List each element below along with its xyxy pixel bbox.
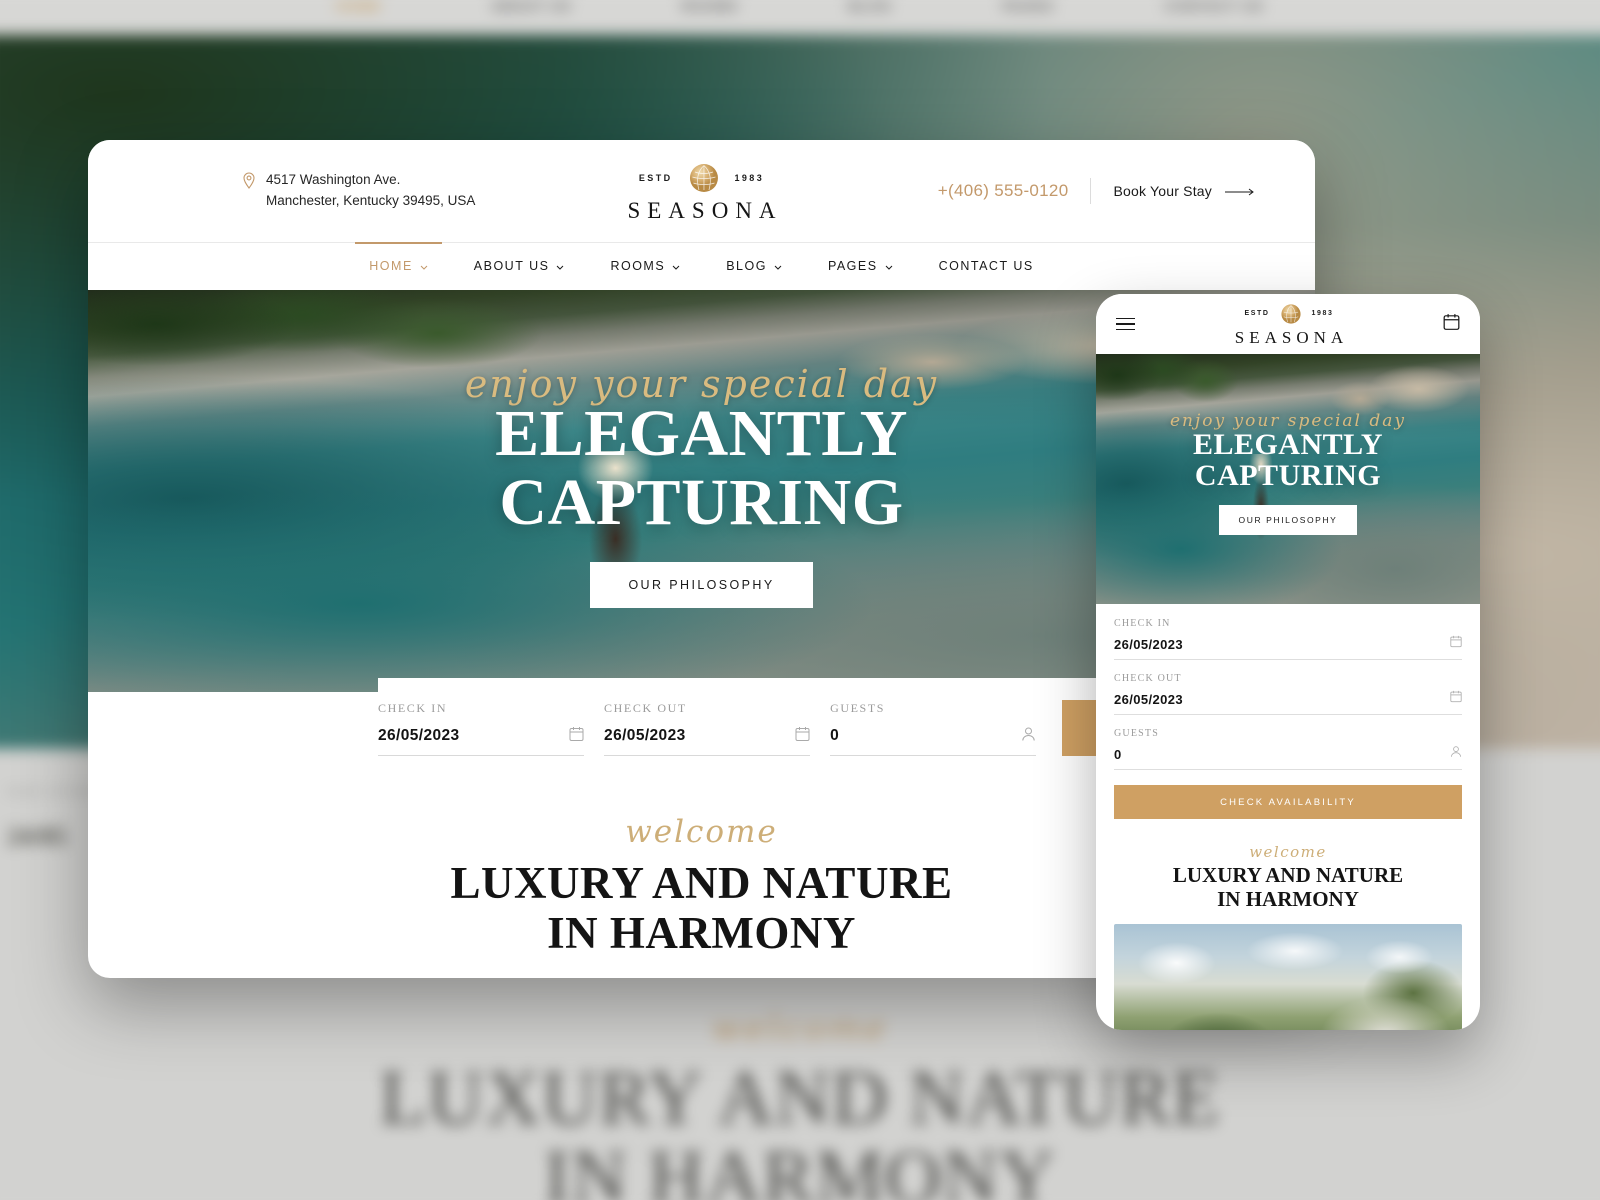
mobile-checkout-value: 26/05/2023 [1114,691,1184,707]
checkin-field[interactable]: CHECK IN 26/05/2023 [378,700,585,756]
chevron-down-icon [885,243,893,290]
book-your-stay-label: Book Your Stay [1113,183,1212,199]
mobile-check-availability-button[interactable]: CHECK AVAILABILITY [1114,785,1462,819]
hero-title-line-1: ELEGANTLY [495,397,908,471]
mobile-welcome-script-text: welcome [1249,843,1327,861]
nav-item-rooms[interactable]: ROOMS [610,243,680,290]
mobile-guests-field[interactable]: GUESTS 0 [1114,728,1462,770]
logo-estd-year: 1983 [734,172,765,183]
nav-item-contact-us-label: CONTACT US [938,259,1034,273]
checkout-value: 26/05/2023 [604,727,686,744]
calendar-icon[interactable] [1443,313,1460,336]
calendar-icon[interactable] [1450,690,1462,708]
checkin-value: 26/05/2023 [378,727,460,744]
chevron-down-icon [672,243,680,290]
calendar-icon[interactable] [1450,635,1462,653]
mobile-resort-photo [1114,923,1462,1030]
mobile-welcome-title-line-1: LUXURY AND NATURE [1172,863,1404,887]
address-line-1: 4517 Washington Ave. [266,172,401,188]
map-pin-icon [242,172,256,195]
site-header: 4517 Washington Ave. Manchester, Kentuck… [88,140,1315,242]
phone-link[interactable]: +(406) 555-0120 [938,181,1091,201]
background-nav-item-contact-us: CONTACT US [1164,0,1264,14]
checkin-label: CHECK IN [378,700,448,715]
hero-title-line-2: CAPTURING [499,466,904,539]
calendar-icon[interactable] [569,726,584,747]
person-icon[interactable] [1021,726,1036,747]
address-line-2: Manchester, Kentucky 39495, USA [266,193,476,208]
nav-item-pages-label: PAGES [827,259,878,273]
nav-item-home-label: HOME [369,259,413,273]
chevron-down-icon [556,243,564,290]
background-welcome-section: welcome LUXURY AND NATURE IN HARMONY [0,1008,1600,1200]
guests-label: GUESTS [830,700,886,715]
site-logo[interactable]: ESTD 1983 SEASONA [620,159,782,224]
nav-item-rooms-label: ROOMS [610,259,666,273]
background-nav-item-blog: BLOG [848,0,893,14]
checkout-field[interactable]: CHECK OUT 26/05/2023 [604,700,811,756]
leaf-circle-icon [684,159,722,197]
background-nav-item-home: HOME [336,0,382,14]
guests-value: 0 [830,727,840,744]
chevron-down-icon [774,243,782,290]
background-nav: HOME ABOUT US ROOMS BLOG PAGES CONTACT U… [0,0,1600,14]
nav-item-blog-label: BLOG [726,259,767,273]
guests-field[interactable]: GUESTS 0 [830,700,1037,756]
background-nav-item-about-us: ABOUT US [491,0,572,14]
header-actions: +(406) 555-0120 Book Your Stay [938,178,1255,204]
mobile-guests-label: GUESTS [1114,728,1159,739]
nav-item-contact-us[interactable]: CONTACT US [939,243,1034,290]
mobile-welcome-title-line-2: IN HARMONY [1217,886,1359,911]
nav-item-home[interactable]: HOME [355,242,442,290]
mobile-our-philosophy-button[interactable]: OUR PHILOSOPHY [1218,505,1358,536]
person-icon[interactable] [1450,745,1462,763]
background-nav-item-rooms: ROOMS [681,0,739,14]
arrow-right-icon [1225,183,1255,199]
logo-estd-label: ESTD [638,172,673,183]
mobile-hero-section: enjoy your special day ELEGANTLY CAPTURI… [1096,354,1480,604]
logo-wordmark: SEASONA [627,197,783,223]
mobile-hero-title-line-1: ELEGANTLY [1192,427,1384,461]
mobile-welcome-section: welcome LUXURY AND NATURE IN HARMONY [1096,829,1480,924]
header-address: 4517 Washington Ave. Manchester, Kentuck… [242,170,662,212]
nav-item-pages[interactable]: PAGES [828,243,893,290]
main-navigation: HOME ABOUT US ROOMS BLOG PAGES CONTACT U… [88,242,1315,290]
checkout-label: CHECK OUT [604,700,687,715]
nav-item-blog[interactable]: BLOG [726,243,782,290]
book-your-stay-button[interactable]: Book Your Stay [1091,183,1255,199]
background-welcome-line2: IN HARMONY [544,1133,1056,1200]
screenshot-stage: HOME ABOUT US ROOMS BLOG PAGES CONTACT U… [0,0,1600,1200]
our-philosophy-button[interactable]: OUR PHILOSOPHY [590,561,813,608]
chevron-down-icon [420,243,428,290]
mobile-guests-value: 0 [1114,746,1122,762]
background-welcome-line1: LUXURY AND NATURE [379,1054,1221,1141]
mobile-hero-title-line-2: CAPTURING [1194,459,1382,492]
nav-item-about-us-label: ABOUT US [473,259,550,273]
calendar-icon[interactable] [795,726,810,747]
nav-item-about-us[interactable]: ABOUT US [474,243,565,290]
background-nav-item-pages: PAGES [1002,0,1055,14]
